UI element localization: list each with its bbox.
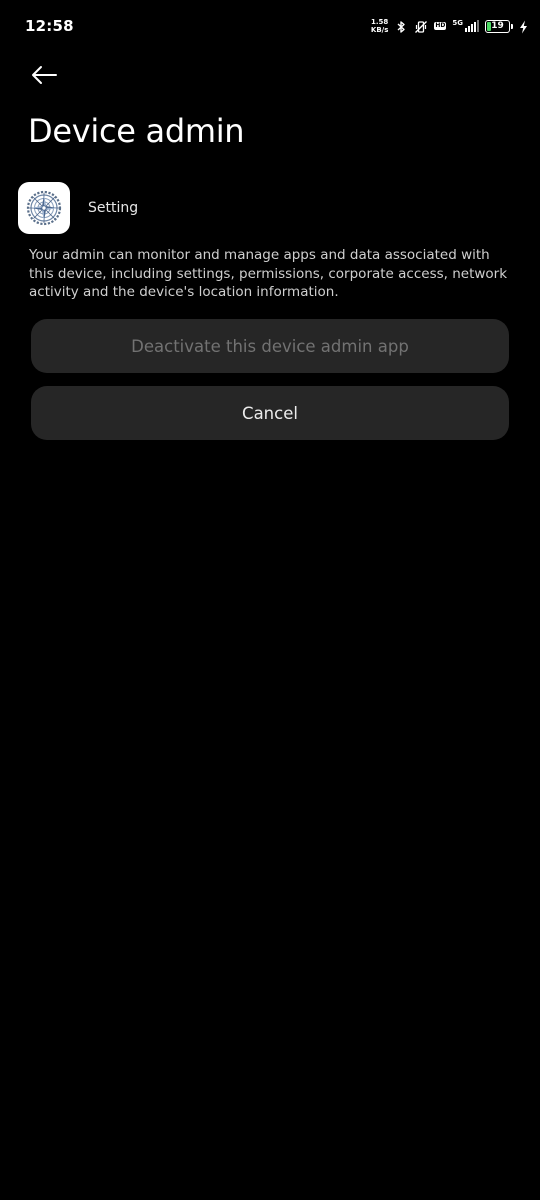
network-speed-unit: KB/s xyxy=(370,26,389,34)
status-time: 12:58 xyxy=(25,17,74,35)
battery-cap xyxy=(511,23,513,29)
bluetooth-icon xyxy=(394,19,408,33)
status-bar: 12:58 1.58 KB/s HD 5G 19 xyxy=(0,0,540,52)
page-title: Device admin xyxy=(28,112,245,150)
network-speed-value: 1.58 xyxy=(370,18,389,26)
app-name: Setting xyxy=(88,200,139,216)
charging-icon xyxy=(519,19,528,34)
battery-icon: 19 xyxy=(485,19,510,33)
status-icons: 1.58 KB/s HD 5G 19 xyxy=(371,16,528,36)
gear-compass-icon xyxy=(18,182,70,234)
admin-description: Your admin can monitor and manage apps a… xyxy=(29,247,508,300)
back-arrow-icon xyxy=(30,64,58,90)
network-speed: 1.58 KB/s xyxy=(371,18,388,34)
battery-level: 19 xyxy=(491,20,504,31)
signal-icon: 5G xyxy=(452,20,479,32)
vibrate-off-icon xyxy=(414,19,428,33)
hd-icon: HD xyxy=(434,22,447,30)
cancel-button[interactable]: Cancel xyxy=(31,386,509,440)
admin-app-row: Setting xyxy=(18,182,138,234)
network-type-label: 5G xyxy=(452,19,463,27)
battery-indicator: 19 xyxy=(485,19,513,33)
deactivate-button[interactable]: Deactivate this device admin app xyxy=(31,319,509,373)
back-button[interactable] xyxy=(28,62,60,92)
